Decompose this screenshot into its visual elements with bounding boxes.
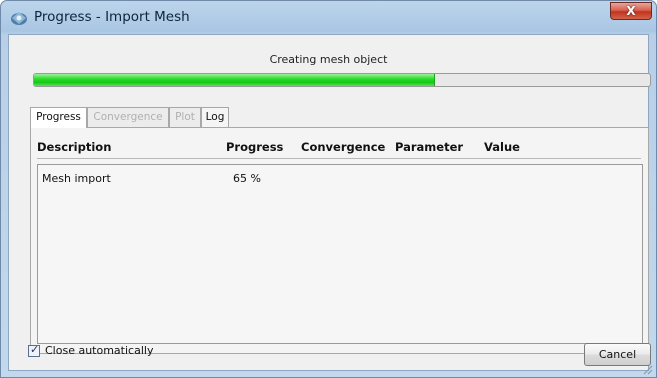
tab-progress[interactable]: Progress <box>30 107 87 128</box>
column-header-value: Value <box>484 140 520 154</box>
row-progress: 65 % <box>233 172 261 185</box>
resize-grip-icon[interactable] <box>641 363 653 375</box>
tab-plot[interactable]: Plot <box>169 107 201 127</box>
progress-bar <box>33 73 651 87</box>
close-automatically-checkbox[interactable]: ✓ <box>28 343 40 357</box>
column-header-progress: Progress <box>226 140 284 154</box>
close-icon: X <box>626 4 636 18</box>
task-list[interactable]: Mesh import 65 % <box>37 164 643 344</box>
close-button[interactable]: X <box>610 2 652 20</box>
close-automatically-label: Close automatically <box>45 344 154 357</box>
window-title: Progress - Import Mesh <box>34 9 190 25</box>
column-header-parameter: Parameter <box>395 140 464 154</box>
status-message: Creating mesh object <box>269 53 388 66</box>
column-header-convergence: Convergence <box>301 140 386 154</box>
progress-bar-fill <box>34 74 436 86</box>
app-logo-icon <box>11 12 27 25</box>
title-bar[interactable]: Progress - Import Mesh X <box>1 1 656 33</box>
checkmark-icon: ✓ <box>30 343 40 356</box>
tab-convergence[interactable]: Convergence <box>87 107 169 127</box>
dialog-window: Progress - Import Mesh X Creating mesh o… <box>0 0 657 378</box>
header-divider <box>37 158 641 159</box>
tab-log[interactable]: Log <box>201 107 229 127</box>
dialog-body: Creating mesh object Progress Convergenc… <box>8 34 651 371</box>
row-description: Mesh import <box>42 172 111 185</box>
column-header-description: Description <box>37 140 112 154</box>
progress-tab-panel: Description Progress Convergence Paramet… <box>30 127 649 354</box>
